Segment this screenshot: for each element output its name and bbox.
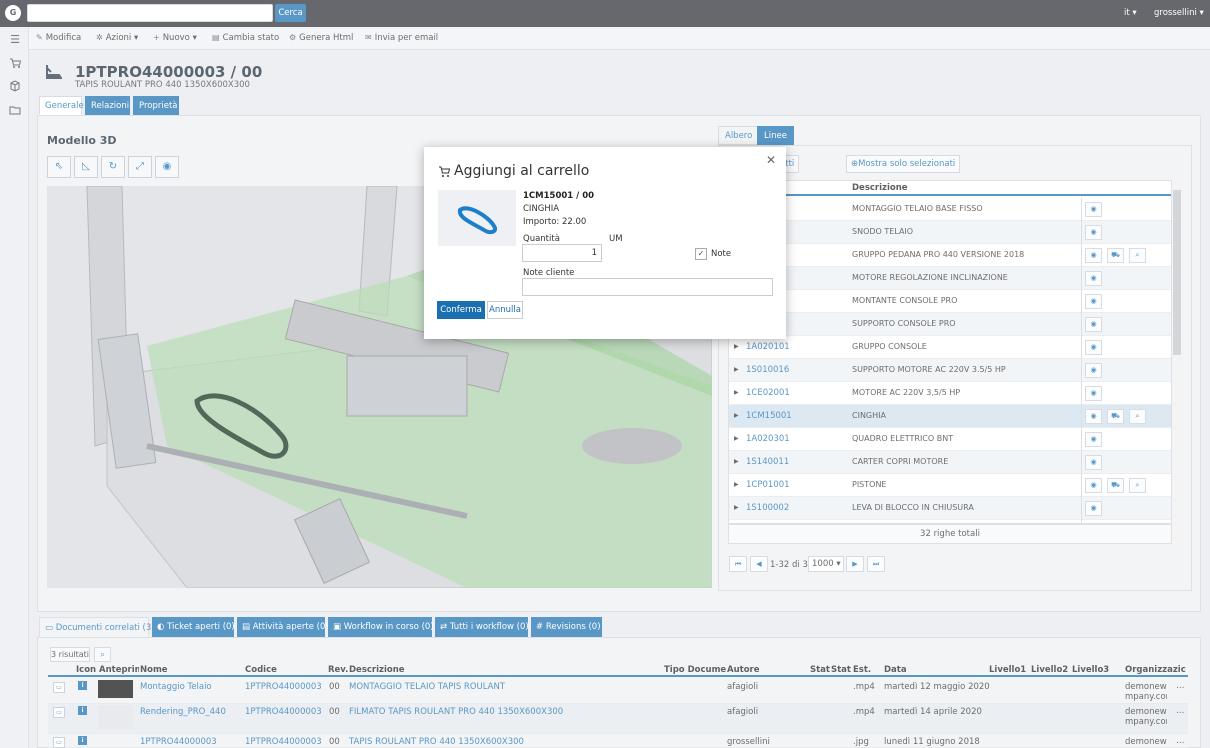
add-to-cart-dialog: Aggiungi al carrello ✕ 1CM15001 / 00 CIN… (424, 147, 786, 339)
note-label: Note (711, 249, 732, 259)
modal-overlay[interactable] (0, 0, 1210, 748)
um-label: UM (609, 234, 623, 244)
quantity-field[interactable]: 1 (522, 244, 602, 262)
confirm-button[interactable]: Conferma (437, 301, 485, 319)
part-name: CINGHIA (523, 204, 560, 214)
cancel-button[interactable]: Annulla (487, 301, 523, 319)
quantity-label: Quantità (523, 234, 560, 244)
dialog-title: Aggiungi al carrello (454, 163, 590, 179)
customer-note-field[interactable] (522, 278, 773, 296)
note-checkbox[interactable]: ✓ (695, 248, 707, 260)
customer-note-label: Note cliente (523, 268, 575, 278)
part-thumbnail (438, 190, 516, 246)
close-icon[interactable]: ✕ (766, 153, 776, 167)
part-price: Importo: 22.00 (523, 217, 587, 227)
part-code: 1CM15001 / 00 (523, 191, 595, 201)
cart-add-icon (438, 166, 452, 181)
